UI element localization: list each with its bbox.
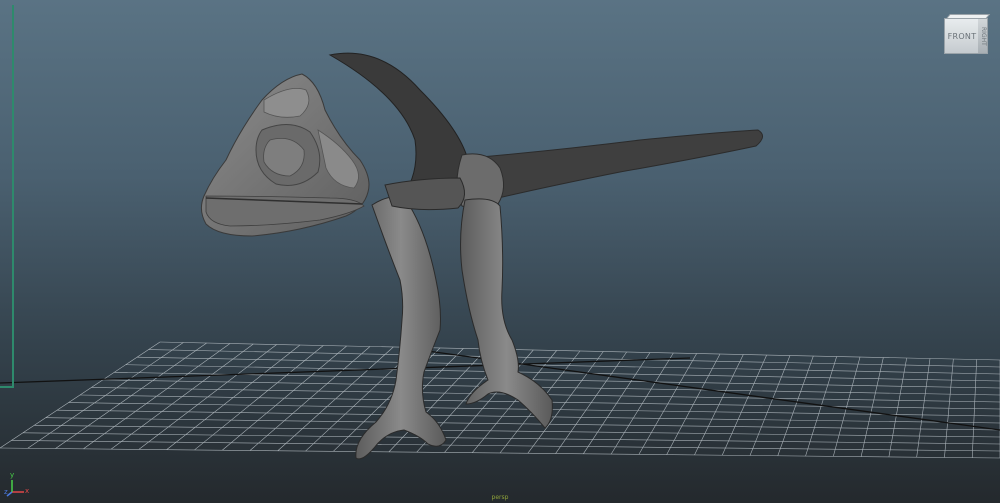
axis-indicator: x y z (4, 470, 32, 498)
model-back-leg[interactable] (460, 198, 553, 429)
3d-viewport[interactable]: FRONT RIGHT x y z persp (0, 0, 1000, 503)
grid-line (148, 349, 1000, 368)
grid-line (159, 341, 1000, 361)
grid-line (34, 424, 1000, 438)
view-cube-right-face[interactable]: RIGHT (978, 18, 988, 54)
view-cube-right-label: RIGHT (980, 26, 987, 46)
axis-y-label: y (10, 471, 15, 479)
viewport-border-left (12, 5, 14, 388)
view-cube-front-face[interactable]: FRONT (944, 18, 980, 54)
view-cube[interactable]: FRONT RIGHT (944, 14, 991, 54)
viewport-border-tick (0, 386, 14, 388)
grid-line (57, 409, 1000, 424)
grid-line (102, 379, 1000, 396)
model-torso[interactable] (384, 177, 465, 211)
camera-name-label: persp (491, 494, 509, 501)
model-tail[interactable] (469, 129, 763, 201)
view-cube-front-label: FRONT (947, 31, 977, 41)
grid-line (45, 417, 1000, 431)
axis-x-label: x (25, 487, 30, 495)
axis-z-label: z (4, 488, 8, 496)
model-front-leg[interactable] (355, 196, 447, 460)
scene-canvas[interactable] (0, 0, 1000, 503)
